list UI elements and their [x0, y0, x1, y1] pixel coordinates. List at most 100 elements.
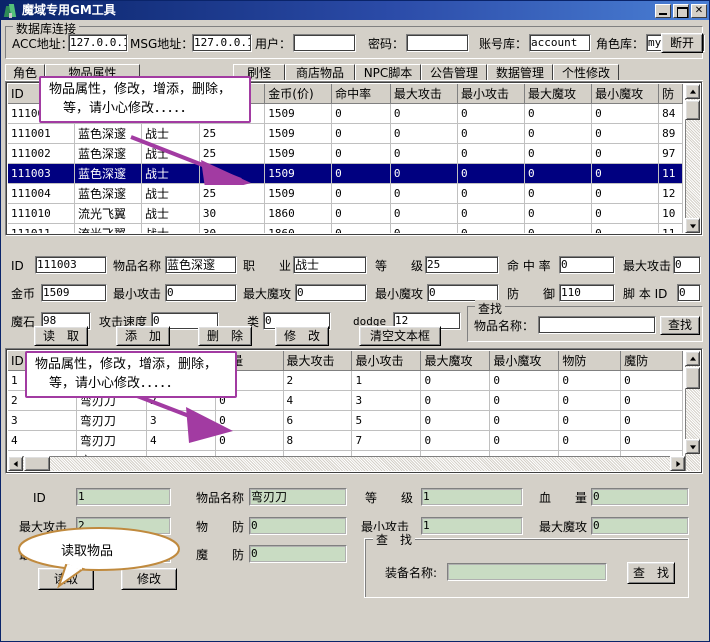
monster-cell-2-1[interactable]: 弯刃刀 [76, 411, 146, 431]
item-cell-4-2[interactable]: 战士 [142, 184, 200, 204]
tab-custom-edit[interactable]: 个性修改 [553, 64, 619, 81]
account-db-input[interactable]: account [529, 34, 591, 52]
item-cell-5-2[interactable]: 战士 [142, 204, 200, 224]
equip-mag-def-input[interactable]: 0 [249, 545, 347, 563]
item-cell-5-3[interactable]: 30 [199, 204, 264, 224]
item-find-button[interactable]: 查找 [660, 316, 700, 335]
item-cell-6-4[interactable]: 1860 [265, 224, 332, 234]
item-grid-scroll-thumb[interactable] [685, 100, 700, 120]
monster-col-5[interactable]: 最小攻击 [352, 351, 421, 371]
monster-col-9[interactable]: 魔防 [621, 351, 683, 371]
item-cell-2-1[interactable]: 蓝色深邃 [74, 144, 141, 164]
monster-grid-hscroll-thumb[interactable] [24, 456, 50, 471]
item-cell-0-9[interactable]: 0 [592, 104, 659, 124]
monster-col-4[interactable]: 最大攻击 [283, 351, 352, 371]
user-input[interactable] [293, 34, 356, 52]
monster-cell-0-5[interactable]: 1 [352, 371, 421, 391]
item-cell-6-10[interactable]: 11 [659, 224, 683, 234]
item-script-id-input[interactable]: 0 [677, 284, 701, 302]
monster-grid-scroll-right-button[interactable] [670, 456, 685, 471]
item-cell-2-7[interactable]: 0 [457, 144, 524, 164]
item-cell-3-0[interactable]: 111003 [8, 164, 74, 184]
monster-cell-3-0[interactable]: 4 [8, 431, 76, 451]
item-cell-1-8[interactable]: 0 [525, 124, 592, 144]
monster-cell-3-3[interactable]: 0 [216, 431, 283, 451]
item-cell-6-2[interactable]: 战士 [142, 224, 200, 234]
item-cell-3-10[interactable]: 11 [659, 164, 683, 184]
item-cell-3-6[interactable]: 0 [390, 164, 457, 184]
monster-grid-scroll-down-button[interactable] [685, 439, 700, 454]
item-cell-0-8[interactable]: 0 [525, 104, 592, 124]
item-cell-4-3[interactable]: 25 [199, 184, 264, 204]
item-level-input[interactable]: 25 [425, 256, 499, 274]
monster-grid-hscrollbar[interactable] [8, 456, 685, 471]
monster-cell-0-7[interactable]: 0 [490, 371, 559, 391]
item-cell-0-4[interactable]: 1509 [265, 104, 332, 124]
item-cell-2-4[interactable]: 1509 [265, 144, 332, 164]
monster-cell-1-7[interactable]: 0 [490, 391, 559, 411]
item-col-8[interactable]: 最大魔攻 [525, 84, 592, 104]
item-add-button[interactable]: 添 加 [116, 326, 170, 346]
maximize-button[interactable] [673, 4, 689, 18]
item-cell-1-4[interactable]: 1509 [265, 124, 332, 144]
monster-col-8[interactable]: 物防 [559, 351, 621, 371]
minimize-button[interactable] [655, 4, 671, 18]
item-cell-3-3[interactable]: 25 [199, 164, 264, 184]
table-row[interactable]: 111004蓝色深邃战士2515090000012 [8, 184, 683, 204]
equip-find-button[interactable]: 查 找 [627, 562, 675, 584]
monster-cell-3-9[interactable]: 0 [621, 431, 683, 451]
item-cell-0-7[interactable]: 0 [457, 104, 524, 124]
equip-id-input[interactable]: 1 [76, 488, 171, 506]
table-row[interactable]: 111002蓝色深邃战士2515090000097 [8, 144, 683, 164]
monster-cell-3-4[interactable]: 8 [283, 431, 352, 451]
item-cell-1-6[interactable]: 0 [390, 124, 457, 144]
item-cell-6-7[interactable]: 0 [457, 224, 524, 234]
item-cell-2-6[interactable]: 0 [390, 144, 457, 164]
monster-cell-2-2[interactable]: 3 [146, 411, 215, 431]
item-cell-4-8[interactable]: 0 [525, 184, 592, 204]
monster-cell-2-7[interactable]: 0 [490, 411, 559, 431]
equip-max-mag-input[interactable]: 0 [591, 517, 689, 535]
item-cell-4-4[interactable]: 1509 [265, 184, 332, 204]
item-cell-5-4[interactable]: 1860 [265, 204, 332, 224]
equip-name-input[interactable]: 弯刃刀 [249, 488, 347, 506]
item-cell-1-3[interactable]: 25 [199, 124, 264, 144]
monster-cell-2-4[interactable]: 6 [283, 411, 352, 431]
item-cell-3-1[interactable]: 蓝色深邃 [74, 164, 141, 184]
table-row[interactable]: 111011流光飞翼战士3018600000011 [8, 224, 683, 234]
monster-cell-1-5[interactable]: 3 [352, 391, 421, 411]
monster-cell-2-0[interactable]: 3 [8, 411, 76, 431]
item-cell-3-9[interactable]: 0 [592, 164, 659, 184]
monster-col-6[interactable]: 最大魔攻 [421, 351, 490, 371]
monster-cell-2-6[interactable]: 0 [421, 411, 490, 431]
item-col-4[interactable]: 金币(价) [265, 84, 332, 104]
monster-grid-scroll-left-button[interactable] [8, 456, 23, 471]
item-cell-4-10[interactable]: 12 [659, 184, 683, 204]
item-cell-3-8[interactable]: 0 [525, 164, 592, 184]
equip-find-name-input[interactable] [447, 563, 607, 581]
item-cell-6-6[interactable]: 0 [390, 224, 457, 234]
item-cell-2-2[interactable]: 战士 [142, 144, 200, 164]
item-cell-3-7[interactable]: 0 [457, 164, 524, 184]
table-row[interactable]: 4弯刃刀40870000 [8, 431, 683, 451]
table-row[interactable]: 111010流光飞翼战士3018600000010 [8, 204, 683, 224]
item-col-10[interactable]: 防 [659, 84, 683, 104]
item-cell-3-4[interactable]: 1509 [265, 164, 332, 184]
item-cell-4-1[interactable]: 蓝色深邃 [74, 184, 141, 204]
acc-address-input[interactable]: 127.0.0.1 [68, 34, 128, 52]
item-cell-2-5[interactable]: 0 [332, 144, 391, 164]
item-cell-5-10[interactable]: 10 [659, 204, 683, 224]
item-cell-5-6[interactable]: 0 [390, 204, 457, 224]
item-cell-5-9[interactable]: 0 [592, 204, 659, 224]
monster-cell-3-6[interactable]: 0 [421, 431, 490, 451]
item-find-name-input[interactable] [538, 316, 656, 334]
item-cell-6-8[interactable]: 0 [525, 224, 592, 234]
table-row[interactable]: 111003蓝色深邃战士2515090000011 [8, 164, 683, 184]
item-cell-5-0[interactable]: 111010 [8, 204, 74, 224]
tab-data-mgmt[interactable]: 数据管理 [487, 64, 553, 81]
item-min-atk-input[interactable]: 0 [165, 284, 237, 302]
item-delete-button[interactable]: 删 除 [198, 326, 252, 346]
item-cell-1-1[interactable]: 蓝色深邃 [74, 124, 141, 144]
item-grid-vscrollbar[interactable] [685, 84, 700, 233]
item-cell-5-8[interactable]: 0 [525, 204, 592, 224]
